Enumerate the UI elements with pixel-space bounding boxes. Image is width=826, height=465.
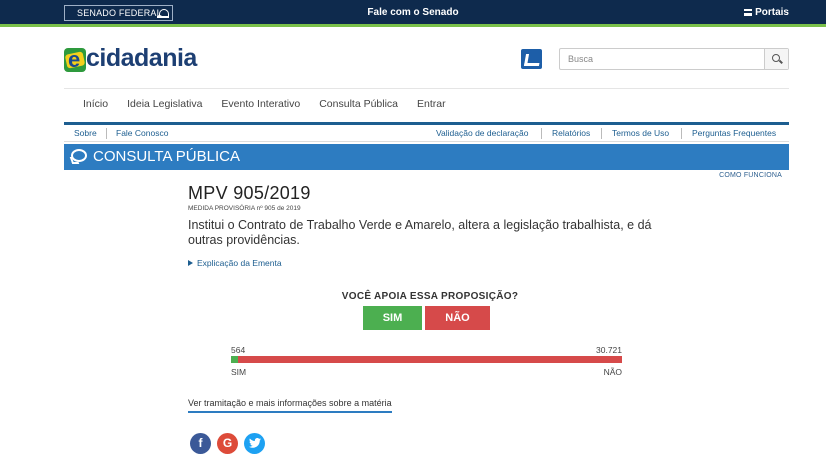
tramitacao-link[interactable]: Ver tramitação e mais informações sobre …	[188, 398, 392, 413]
bar-no-label: NÃO	[603, 367, 622, 377]
no-count: 30.721	[596, 345, 622, 355]
subnav-separator	[681, 128, 682, 139]
subnav-perguntas[interactable]: Perguntas Frequentes	[692, 128, 776, 138]
main-nav: Início Ideia Legislativa Evento Interati…	[83, 98, 465, 110]
subnav-relatorios[interactable]: Relatórios	[552, 128, 590, 138]
search-input[interactable]	[560, 49, 765, 69]
libras-icon[interactable]	[521, 49, 542, 69]
top-bar: SENADO FEDERAL Fale com o Senado Portais	[0, 0, 826, 27]
vote-yes-button[interactable]: SIM	[363, 306, 422, 330]
vote-question: VOCÊ APOIA ESSA PROPOSIÇÃO?	[341, 291, 519, 302]
search-icon	[772, 54, 780, 62]
sub-nav: Sobre Fale Conosco Validação de declaraç…	[64, 122, 789, 142]
subnav-termos[interactable]: Termos de Uso	[612, 128, 669, 138]
nav-item-evento-interativo[interactable]: Evento Interativo	[221, 98, 300, 110]
subnav-separator	[541, 128, 542, 139]
portais-label: Portais	[755, 7, 789, 18]
yes-count: 564	[231, 345, 246, 355]
explicacao-ementa-link[interactable]: Explicação da Ementa	[188, 258, 282, 268]
bar-yes-label: SIM	[231, 367, 247, 377]
hamburger-icon	[744, 9, 753, 16]
header-divider	[64, 88, 789, 89]
nav-item-ideia-legislativa[interactable]: Ideia Legislativa	[127, 98, 202, 110]
search-button[interactable]	[764, 49, 788, 69]
portais-menu[interactable]: Portais	[744, 7, 789, 18]
fale-com-senado-link[interactable]: Fale com o Senado	[0, 7, 826, 18]
proposal-subtitle: MEDIDA PROVISÓRIA nº 905 de 2019	[188, 205, 301, 212]
subnav-fale-conosco[interactable]: Fale Conosco	[116, 128, 168, 138]
search-box	[559, 48, 789, 70]
triangle-right-icon	[188, 260, 193, 266]
vote-no-button[interactable]: NÃO	[425, 306, 490, 330]
vote-progress-bar	[231, 356, 622, 363]
banner-title: CONSULTA PÚBLICA	[93, 148, 240, 165]
facebook-icon[interactable]: f	[190, 433, 211, 454]
subnav-sobre[interactable]: Sobre	[74, 128, 97, 138]
explicacao-label: Explicação da Ementa	[197, 258, 282, 268]
nav-item-entrar[interactable]: Entrar	[417, 98, 446, 110]
google-plus-icon[interactable]: G	[217, 433, 238, 454]
logo-e-icon	[64, 48, 86, 72]
subnav-separator	[106, 128, 107, 139]
speech-bubble-icon	[71, 149, 87, 162]
proposal-title: MPV 905/2019	[188, 183, 311, 203]
ecidadania-logo[interactable]: cidadania	[64, 44, 197, 76]
nav-item-inicio[interactable]: Início	[83, 98, 108, 110]
subnav-validacao[interactable]: Validação de declaração	[436, 128, 528, 138]
como-funciona-link[interactable]: COMO FUNCIONA	[719, 172, 782, 179]
logo-text: cidadania	[86, 44, 197, 72]
consulta-publica-banner: CONSULTA PÚBLICA	[64, 144, 789, 170]
twitter-icon[interactable]	[244, 433, 265, 454]
proposal-ementa: Institui o Contrato de Trabalho Verde e …	[188, 218, 652, 247]
nav-item-consulta-publica[interactable]: Consulta Pública	[319, 98, 398, 110]
vote-yes-fill	[231, 356, 239, 363]
social-share: f G	[190, 433, 265, 454]
subnav-separator	[601, 128, 602, 139]
